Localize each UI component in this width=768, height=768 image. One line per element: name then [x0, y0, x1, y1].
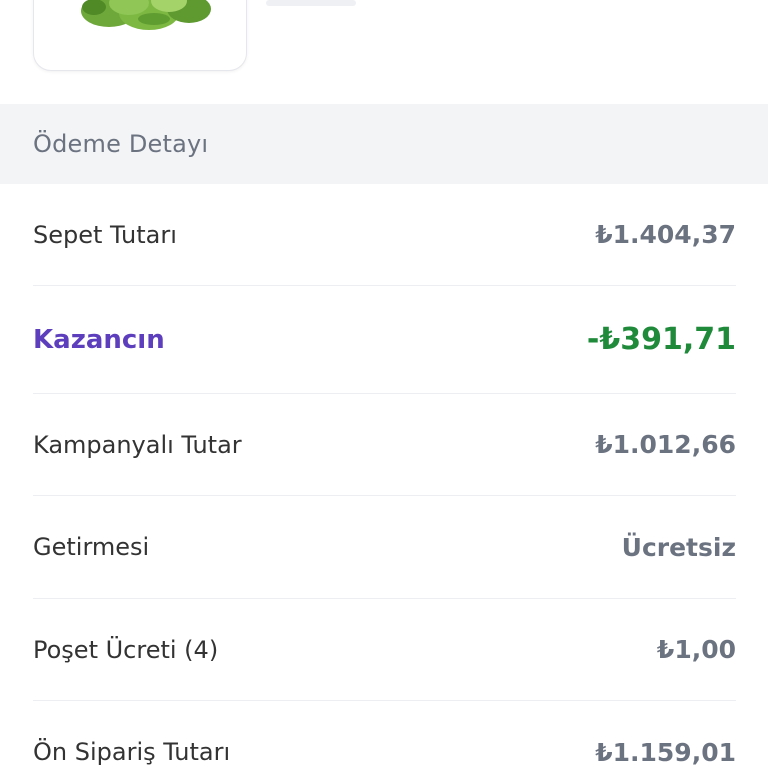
- row-sepet-tutari: Sepet Tutarı ₺1.404,37: [33, 184, 736, 286]
- row-label: Ön Sipariş Tutarı: [33, 738, 231, 766]
- product-strip: [0, 0, 768, 104]
- row-kampanyali-tutar: Kampanyalı Tutar ₺1.012,66: [33, 394, 736, 496]
- row-value: Ücretsiz: [621, 532, 736, 562]
- row-getirmesi: Getirmesi Ücretsiz: [33, 496, 736, 599]
- row-kazancin: Kazancın -₺391,71: [33, 286, 736, 394]
- order-summary-screen: Ödeme Detayı Sepet Tutarı ₺1.404,37 Kaza…: [0, 0, 768, 768]
- row-label: Kampanyalı Tutar: [33, 430, 242, 459]
- row-value: ₺1.012,66: [595, 430, 736, 459]
- row-value: -₺391,71: [586, 322, 736, 357]
- row-value: ₺1.404,37: [595, 220, 736, 249]
- row-label: Sepet Tutarı: [33, 220, 177, 249]
- row-on-siparis-tutari: Ön Sipariş Tutarı ₺1.159,01: [33, 701, 736, 768]
- product-name-placeholder: [266, 0, 356, 6]
- payment-detail-title: Ödeme Detayı: [33, 130, 209, 158]
- green-pepper-image: [81, 0, 211, 30]
- row-poset-ucreti: Poşet Ücreti (4) ₺1,00: [33, 599, 736, 701]
- row-value: ₺1,00: [656, 635, 736, 664]
- row-label: Getirmesi: [33, 533, 150, 561]
- row-label: Poşet Ücreti (4): [33, 635, 219, 664]
- row-value: ₺1.159,01: [595, 737, 736, 767]
- row-label: Kazancın: [33, 324, 165, 355]
- product-card[interactable]: [33, 0, 247, 71]
